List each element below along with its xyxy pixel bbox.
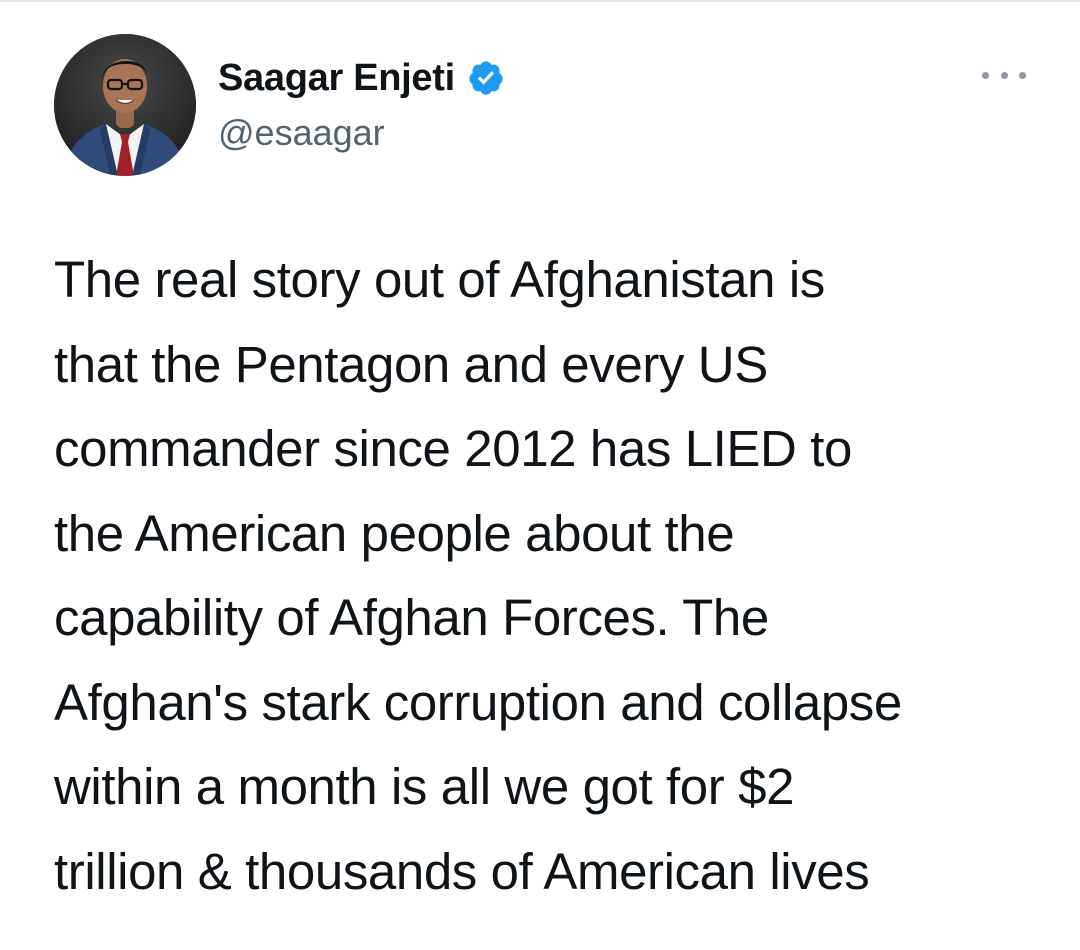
author-handle[interactable]: @esaagar xyxy=(218,112,385,154)
tweet-text-line: The real story out of Afghanistan is xyxy=(54,251,825,308)
tweet-text-line: the American people about the xyxy=(54,504,735,562)
author-avatar[interactable] xyxy=(54,34,196,176)
tweet-text-line: commander since 2012 has LIED to xyxy=(54,420,852,477)
author-name-row: Saagar Enjeti xyxy=(218,56,505,100)
tweet-text-line: that the Pentagon and every US xyxy=(54,335,768,393)
tweet-text: The real story out of Afghanistan is tha… xyxy=(54,238,1044,914)
tweet: Saagar Enjeti @esaagar The real story ou… xyxy=(0,0,1080,950)
more-horizontal-icon xyxy=(1000,71,1008,79)
more-horizontal-icon xyxy=(982,71,989,79)
author-display-name[interactable]: Saagar Enjeti xyxy=(218,57,455,100)
tweet-text-line: trillion & thousands of American lives xyxy=(54,842,870,900)
tweet-text-line: capability of Afghan Forces. The xyxy=(54,589,769,646)
tweet-text-line: within a month is all we got for $2 xyxy=(54,758,795,815)
more-options-button[interactable] xyxy=(982,60,1026,90)
verified-badge-icon xyxy=(467,59,505,97)
profile-photo-icon xyxy=(54,34,196,176)
tweet-text-line: Afghan's stark corruption and collapse xyxy=(54,673,902,731)
more-horizontal-icon xyxy=(1019,71,1026,79)
